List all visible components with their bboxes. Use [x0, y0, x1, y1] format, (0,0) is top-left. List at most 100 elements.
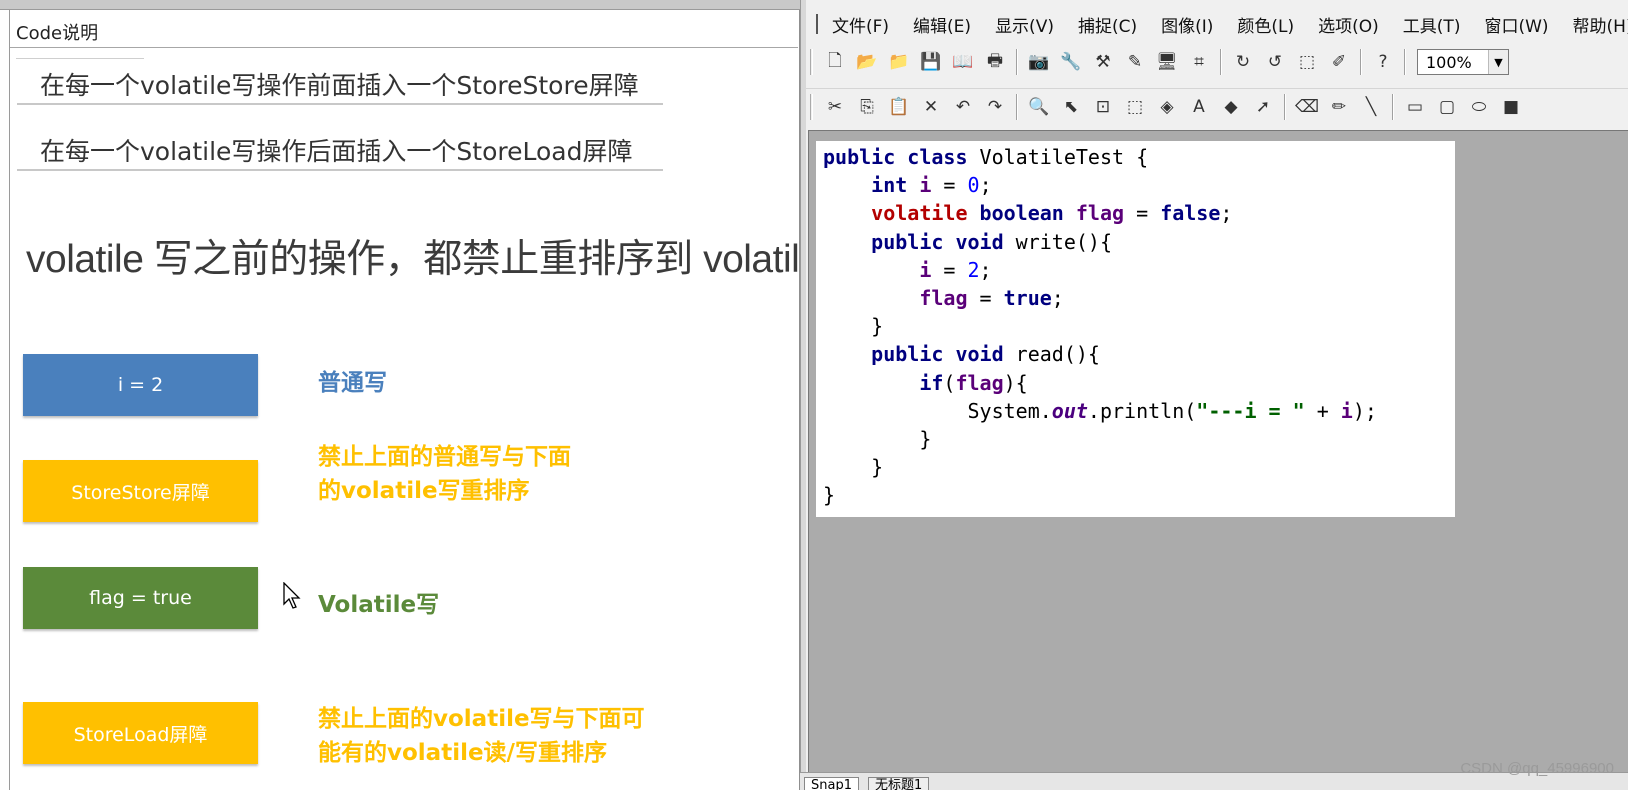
rotate-icon[interactable]: ↻ [1230, 49, 1256, 75]
zoom-select[interactable]: 100% ▼ [1417, 49, 1509, 75]
menu-image[interactable]: 图像(I) [1161, 12, 1213, 37]
toolbar-separator [1284, 93, 1286, 120]
panel-title-bar [10, 12, 798, 48]
rule-storestore: 在每一个volatile写操作前面插入一个StoreStore屏障 [40, 71, 639, 100]
app-icon[interactable] [816, 14, 818, 34]
zoom-value: 100% [1426, 52, 1472, 72]
rule-divider [17, 103, 663, 105]
title-underline [16, 58, 144, 59]
toolbar-separator [1404, 49, 1406, 75]
standard-toolbar: 🗋 📂 📁 💾 📖 🖶 📷 🔧 ⚒ ✎ 🖥 ⌗ ↻ ↺ ⬚ ✐? 100% ▼ [806, 44, 1628, 80]
code-line: volatile boolean flag = false; [871, 201, 1233, 226]
toolbar-buttons: ✂ ⎘ 📋 ✕ ↶ ↷ 🔍 ⬉ ⊡ ⬚ ◈ A ◆ ➚ ⌫ ✏ ╲ ▭ ▢ ⬭ ■ [819, 93, 1527, 120]
filled-rect-icon[interactable]: ■ [1498, 94, 1524, 120]
desc-line: 能有的volatile读/写重排序 [318, 740, 607, 766]
menu-options[interactable]: 选项(O) [1318, 12, 1379, 37]
fill-icon[interactable]: ◈ [1154, 94, 1180, 120]
help-icon[interactable]: ? [1370, 49, 1396, 75]
redo-icon[interactable]: ↷ [982, 94, 1008, 120]
capture-icon[interactable]: ⬚ [1294, 49, 1320, 75]
panel-title: Code说明 [16, 23, 99, 44]
code-line: public void read(){ [871, 342, 1100, 367]
menu-file[interactable]: 文件(F) [832, 12, 889, 37]
pencil-icon[interactable]: ✏ [1326, 94, 1352, 120]
code-line: int i = 0; [871, 173, 992, 198]
code-line: System.out.println("---i = " + i); [823, 398, 1377, 423]
tab-snap1[interactable]: Snap1 [804, 777, 859, 790]
book-icon[interactable]: 📖 [950, 49, 976, 75]
menu-tools[interactable]: 工具(T) [1403, 12, 1461, 37]
menu-edit[interactable]: 编辑(E) [913, 12, 971, 37]
step-desc-volatile-write: Volatile写 [318, 588, 439, 622]
eraser-icon[interactable]: ⌫ [1294, 94, 1320, 120]
desc-line: 的volatile写重排序 [318, 478, 530, 504]
desc-line: Volatile写 [318, 592, 440, 618]
edit-icon[interactable]: ✎ [1122, 49, 1148, 75]
menu-color[interactable]: 颜色(L) [1237, 12, 1294, 37]
toolbar-separator [1220, 49, 1222, 75]
main-heading: volatile 写之前的操作，都禁止重排序到 volatile 之后 [26, 238, 908, 281]
color-picker-icon[interactable]: ◆ [1218, 94, 1244, 120]
cut-icon[interactable]: ✂ [822, 94, 848, 120]
ellipse-icon[interactable]: ⬭ [1466, 94, 1492, 120]
print-icon[interactable]: 🖶 [982, 49, 1008, 75]
menu-view[interactable]: 显示(V) [995, 12, 1054, 37]
code-block: public class VolatileTest { int i = 0; v… [823, 143, 1377, 510]
step-desc-storeload: 禁止上面的volatile写与下面可 能有的volatile读/写重排序 [318, 702, 645, 770]
toolbar-separator [1016, 93, 1018, 120]
toolbar-grip[interactable] [810, 49, 813, 75]
code-line: public class VolatileTest { [823, 145, 1149, 169]
code-line: } [823, 427, 932, 452]
undo-icon[interactable]: ↶ [950, 94, 976, 120]
delete-icon[interactable]: ✕ [918, 94, 944, 120]
chevron-down-icon[interactable]: ▼ [1488, 50, 1508, 74]
toolbar-separator [1392, 93, 1394, 120]
menu-window[interactable]: 窗口(W) [1484, 12, 1548, 37]
text-icon[interactable]: A [1186, 94, 1212, 120]
wrench-icon[interactable]: 🔧 [1058, 49, 1084, 75]
menu-capture[interactable]: 捕捉(C) [1078, 12, 1137, 37]
menu-bar: 文件(F) 编辑(E) 显示(V) 捕捉(C) 图像(I) 颜色(L) 选项(O… [806, 8, 1628, 40]
desc-line: 禁止上面的普通写与下面 [318, 444, 571, 470]
toolbar-grip[interactable] [810, 93, 813, 120]
open-folder-icon[interactable]: 📂 [854, 49, 880, 75]
save-icon[interactable]: 💾 [918, 49, 944, 75]
camera-icon[interactable]: 📷 [1026, 49, 1052, 75]
code-line: flag = true; [919, 286, 1064, 311]
paste-icon[interactable]: 📋 [886, 94, 912, 120]
step-desc-storestore: 禁止上面的普通写与下面 的volatile写重排序 [318, 440, 571, 508]
tab-untitled[interactable]: 无标题1 [868, 777, 930, 790]
rounded-rect-icon[interactable]: ▢ [1434, 94, 1460, 120]
rule-storeload: 在每一个volatile写操作后面插入一个StoreLoad屏障 [40, 137, 633, 166]
toolbar-separator [1016, 49, 1018, 75]
code-line: if(flag){ [919, 370, 1028, 395]
code-line: public void write(){ [871, 229, 1112, 254]
zoom-icon[interactable]: 🔍 [1026, 94, 1052, 120]
rectangle-icon[interactable]: ▭ [1402, 94, 1428, 120]
new-file-icon[interactable]: 🗋 [822, 49, 848, 75]
code-line: i = 2; [919, 257, 992, 282]
tools-icon[interactable]: ⚒ [1090, 49, 1116, 75]
undo-rotate-icon[interactable]: ↺ [1262, 49, 1288, 75]
pen-tool-icon[interactable]: ✐ [1326, 49, 1352, 75]
step-box-storestore: StoreStore屏障 [23, 460, 258, 522]
watermark: CSDN @qq_45996900 [1460, 760, 1614, 777]
line-icon[interactable]: ╲ [1358, 94, 1384, 120]
open-recent-icon[interactable]: 📁 [886, 49, 912, 75]
arrow-tool-icon[interactable]: ➚ [1250, 94, 1276, 120]
toolbar-buttons: 🗋 📂 📁 💾 📖 🖶 📷 🔧 ⚒ ✎ 🖥 ⌗ ↻ ↺ ⬚ ✐? [819, 49, 1411, 75]
crop-icon[interactable]: ⊡ [1090, 94, 1116, 120]
class-name: VolatileTest [979, 145, 1125, 169]
code-line: } [823, 455, 884, 480]
explanation-panel: Code说明 在每一个volatile写操作前面插入一个StoreStore屏障… [0, 0, 908, 790]
menu-help[interactable]: 帮助(H) [1573, 12, 1628, 37]
toolbar-separator [1360, 49, 1362, 75]
scan-icon[interactable]: ⌗ [1186, 49, 1212, 75]
mouse-cursor-icon [283, 582, 301, 609]
copy-icon[interactable]: ⎘ [854, 94, 880, 120]
screen-icon[interactable]: 🖥 [1154, 49, 1180, 75]
select-arrow-icon[interactable]: ⬉ [1058, 94, 1084, 120]
rule-divider [17, 169, 663, 171]
rect-select-icon[interactable]: ⬚ [1122, 94, 1148, 120]
step-box-storeload: StoreLoad屏障 [23, 702, 258, 764]
